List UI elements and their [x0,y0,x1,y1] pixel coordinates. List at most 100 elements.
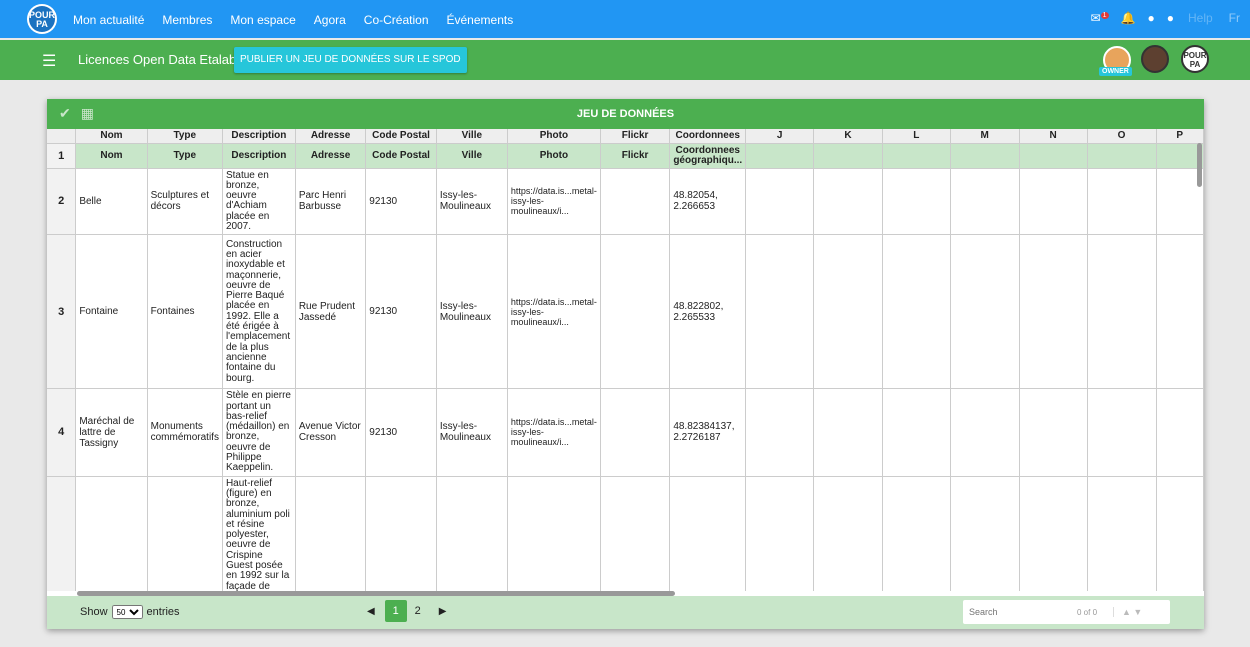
column-header[interactable]: Flickr [600,129,671,144]
column-header[interactable]: Code Postal [365,129,437,144]
table-cell[interactable] [882,476,951,591]
table-cell[interactable] [1019,234,1088,390]
table-cell[interactable] [745,234,815,390]
table-cell[interactable]: https://data.is...metal-issy-les-mouline… [507,168,601,236]
table-cell[interactable] [1019,143,1088,169]
data-grid[interactable]: Nom Type Description Adresse Code Postal… [47,129,1204,591]
bell-icon[interactable]: 🔔 [1121,11,1136,25]
next-page-icon[interactable]: ▶ [439,606,447,617]
table-cell[interactable]: 92130 [365,234,437,390]
table-cell[interactable]: Code Postal [365,143,437,169]
table-cell[interactable] [600,168,671,236]
table-cell[interactable] [745,168,815,236]
search-nav-icon[interactable]: ▲ ▼ [1113,607,1142,617]
table-cell[interactable]: Coordonnees géographiqu... [669,143,747,169]
help-link[interactable]: Help [1188,11,1213,25]
table-cell[interactable] [950,234,1020,390]
table-cell[interactable] [1156,388,1204,477]
column-header[interactable]: Adresse [295,129,367,144]
table-cell[interactable]: Adresse [295,143,367,169]
column-header[interactable]: Ville [436,129,508,144]
table-cell[interactable]: 48.82054, 2.266653 [669,168,747,236]
table-cell[interactable]: Parc Henri Barbusse [295,168,367,236]
table-cell[interactable] [950,388,1020,477]
table-cell[interactable] [813,168,883,236]
table-cell[interactable]: Belle [75,168,148,236]
mail-icon[interactable]: ✉ 1 [1091,11,1109,25]
table-cell[interactable]: Photo [507,143,601,169]
table-cell[interactable] [1087,234,1157,390]
nav-agora[interactable]: Agora [314,13,346,27]
group-avatar[interactable]: POUR PA [1181,45,1209,73]
table-cell[interactable]: Issy-les-Moulineaux [436,168,508,236]
site-logo[interactable]: POUR PA [27,4,57,34]
table-cell[interactable]: Nom [75,143,148,169]
nav-membres[interactable]: Membres [162,13,212,27]
column-header[interactable]: K [813,129,883,144]
nav-mon-actualite[interactable]: Mon actualité [73,13,144,27]
row-number[interactable]: 4 [47,388,77,477]
table-cell[interactable]: Statue en bronze, oeuvre d'Achiam placée… [222,168,296,236]
table-cell[interactable] [1019,388,1088,477]
table-cell[interactable]: https://data.is...metal-issy-les-mouline… [507,234,601,390]
table-cell[interactable] [1087,388,1157,477]
table-cell[interactable] [295,476,367,591]
member-avatar[interactable] [1141,45,1169,73]
row-number[interactable] [47,476,77,591]
table-cell[interactable] [745,143,815,169]
table-cell[interactable]: Maréchal de lattre de Tassigny [75,388,148,477]
column-header[interactable]: Photo [507,129,601,144]
column-header[interactable]: O [1087,129,1157,144]
table-cell[interactable]: https://data.is...metal-issy-les-mouline… [507,388,601,477]
column-header[interactable]: P [1156,129,1204,144]
table-cell[interactable] [813,143,883,169]
row-number[interactable]: 2 [47,168,77,236]
table-cell[interactable] [813,388,883,477]
table-cell[interactable] [436,476,508,591]
column-header[interactable]: L [882,129,951,144]
table-cell[interactable] [507,476,601,591]
column-header[interactable]: Nom [75,129,148,144]
search-input[interactable] [969,607,1069,617]
table-cell[interactable] [813,476,883,591]
table-cell[interactable]: Construction en acier inoxydable et maço… [222,234,296,390]
table-cell[interactable] [1019,476,1088,591]
table-cell[interactable] [1156,234,1204,390]
table-cell[interactable] [1087,168,1157,236]
table-cell[interactable] [600,388,671,477]
table-cell[interactable]: Stèle en pierre portant un bas-relief (m… [222,388,296,477]
column-header[interactable]: Type [147,129,223,144]
page-button-2[interactable]: 2 [407,600,429,622]
column-header[interactable]: Coordonnees [669,129,747,144]
table-cell[interactable]: 48.822802, 2.265533 [669,234,747,390]
table-cell[interactable] [813,234,883,390]
table-cell[interactable]: Ville [436,143,508,169]
table-cell[interactable]: Description [222,143,296,169]
language-switch[interactable]: Fr [1229,11,1240,25]
table-cell[interactable]: 48.82384137, 2.2726187 [669,388,747,477]
table-cell[interactable]: Sculptures et décors [147,168,223,236]
table-cell[interactable] [1087,143,1157,169]
corner-cell[interactable] [47,129,77,144]
column-header[interactable]: M [950,129,1020,144]
table-cell[interactable]: Monuments commémoratifs [147,388,223,477]
table-cell[interactable]: Issy-les-Moulineaux [436,388,508,477]
publish-dataset-button[interactable]: PUBLIER UN JEU DE DONNÉES SUR LE SPOD [234,47,467,73]
nav-evenements[interactable]: Événements [447,13,514,27]
table-cell[interactable]: 92130 [365,168,437,236]
table-cell[interactable]: Fontaines [147,234,223,390]
table-cell[interactable] [365,476,437,591]
table-cell[interactable] [950,168,1020,236]
table-cell[interactable] [1087,476,1157,591]
table-cell[interactable] [745,476,815,591]
nav-co-creation[interactable]: Co-Création [364,13,429,27]
table-cell[interactable] [882,168,951,236]
table-cell[interactable] [147,476,223,591]
row-number[interactable]: 1 [47,143,77,169]
user-icon[interactable]: ● [1147,11,1154,25]
table-cell[interactable]: Rue Prudent Jassedé [295,234,367,390]
table-cell[interactable]: Type [147,143,223,169]
table-cell[interactable] [950,476,1020,591]
vertical-scrollbar[interactable] [1197,143,1202,187]
table-cell[interactable] [950,143,1020,169]
